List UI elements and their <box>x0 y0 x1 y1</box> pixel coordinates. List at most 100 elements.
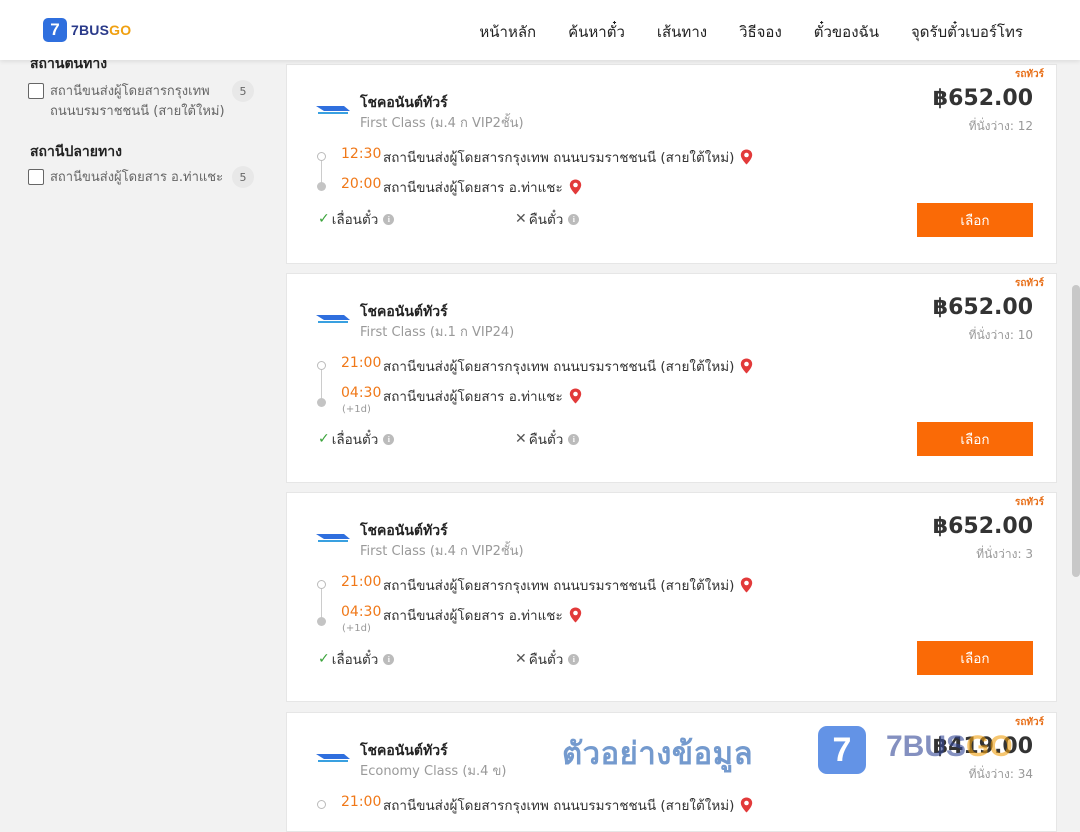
check-icon: ✓ <box>318 211 330 227</box>
operator-name: โชคอนันต์ทัวร์ <box>360 743 448 759</box>
info-icon[interactable]: i <box>568 653 580 665</box>
watermark-logo-badge: 7 <box>818 726 866 774</box>
destination-count: 5 <box>232 166 254 188</box>
info-icon[interactable]: i <box>383 433 395 445</box>
map-pin-icon[interactable] <box>740 797 753 813</box>
nav-how-to-book[interactable]: วิธีจอง <box>739 20 782 44</box>
next-day-label: (+1d) <box>342 404 371 415</box>
map-pin-icon[interactable] <box>740 149 753 165</box>
arrival-dot <box>317 182 326 191</box>
scrollbar-thumb[interactable] <box>1072 285 1080 577</box>
next-day-label: (+1d) <box>342 623 371 634</box>
nav-search-ticket[interactable]: ค้นหาตั๋ว <box>568 20 625 44</box>
arrival-station[interactable]: สถานีขนส่งผู้โดยสาร อ.ท่าแชะ <box>383 385 582 407</box>
operator-logo-icon <box>316 534 350 542</box>
vehicle-tag: รถทัวร์ <box>1014 69 1044 80</box>
departure-station[interactable]: สถานีขนส่งผู้โดยสารกรุงเทพ ถนนบรมราชชนนี… <box>383 574 753 596</box>
info-icon[interactable]: i <box>383 213 395 225</box>
top-header: 7 7BUSGO หน้าหลัก ค้นหาตั๋ว เส้นทาง วิธี… <box>0 0 1080 60</box>
trip-card: รถทัวร์ โชคอนันต์ทัวร์ First Class (ม.4 … <box>286 492 1057 702</box>
logo-badge: 7 <box>43 18 67 42</box>
ticket-price: ฿652.00 <box>932 514 1033 539</box>
operator-logo-icon <box>316 315 350 323</box>
destination-filter-item[interactable]: สถานีขนส่งผู้โดยสาร อ.ท่าแชะ 5 <box>28 166 254 188</box>
departure-dot <box>317 580 326 589</box>
ticket-price: ฿652.00 <box>932 295 1033 320</box>
departure-dot <box>317 361 326 370</box>
map-pin-icon[interactable] <box>740 358 753 374</box>
refund-feature: ✕ คืนตั๋ว i <box>515 648 580 670</box>
map-pin-icon[interactable] <box>569 607 582 623</box>
check-icon: ✓ <box>318 431 330 447</box>
map-pin-icon[interactable] <box>569 388 582 404</box>
destination-checkbox[interactable] <box>28 169 44 185</box>
origin-checkbox[interactable] <box>28 83 44 99</box>
departure-time: 21:00 <box>341 574 382 590</box>
main-nav: หน้าหลัก ค้นหาตั๋ว เส้นทาง วิธีจอง ตั๋วข… <box>479 20 1023 44</box>
seats-available: ที่นั่งว่าง: 10 <box>968 328 1033 342</box>
departure-station[interactable]: สถานีขนส่งผู้โดยสารกรุงเทพ ถนนบรมราชชนนี… <box>383 146 753 168</box>
arrival-time: 20:00 <box>341 176 382 192</box>
bus-class: First Class (ม.1 ก VIP24) <box>360 325 515 340</box>
destination-heading: สถานีปลายทาง <box>30 144 122 160</box>
arrival-station[interactable]: สถานีขนส่งผู้โดยสาร อ.ท่าแชะ <box>383 176 582 198</box>
site-logo[interactable]: 7 7BUSGO <box>43 18 131 42</box>
departure-dot <box>317 152 326 161</box>
departure-time: 12:30 <box>341 146 382 162</box>
ticket-price: ฿652.00 <box>932 86 1033 111</box>
vehicle-tag: รถทัวร์ <box>1014 278 1044 289</box>
filter-sidebar: สถานีต้นทาง สถานีขนส่งผู้โดยสารกรุงเทพ ถ… <box>0 56 285 800</box>
trip-card: รถทัวร์ โชคอนันต์ทัวร์ First Class (ม.1 … <box>286 273 1057 483</box>
operator-logo-icon <box>316 106 350 114</box>
operator-name: โชคอนันต์ทัวร์ <box>360 95 448 111</box>
logo-text: 7BUSGO <box>71 22 132 38</box>
operator-logo-icon <box>316 754 350 762</box>
operator-name: โชคอนันต์ทัวร์ <box>360 523 448 539</box>
arrival-time: 04:30 <box>341 385 382 401</box>
map-pin-icon[interactable] <box>740 577 753 593</box>
departure-station[interactable]: สถานีขนส่งผู้โดยสารกรุงเทพ ถนนบรมราชชนนี… <box>383 794 753 816</box>
vehicle-tag: รถทัวร์ <box>1014 717 1044 728</box>
timeline-line <box>321 588 322 620</box>
seats-available: ที่นั่งว่าง: 12 <box>968 119 1033 133</box>
map-pin-icon[interactable] <box>569 179 582 195</box>
seats-available: ที่นั่งว่าง: 34 <box>968 767 1033 781</box>
select-button[interactable]: เลือก <box>917 641 1033 675</box>
reschedule-feature: ✓ เลื่อนตั๋ว i <box>318 648 395 670</box>
info-icon[interactable]: i <box>568 213 580 225</box>
arrival-time: 04:30 <box>341 604 382 620</box>
reschedule-feature: ✓ เลื่อนตั๋ว i <box>318 208 395 230</box>
vehicle-tag: รถทัวร์ <box>1014 497 1044 508</box>
cross-icon: ✕ <box>515 211 527 227</box>
arrival-dot <box>317 617 326 626</box>
arrival-dot <box>317 398 326 407</box>
watermark-brand: 7BUSGO <box>886 730 1013 763</box>
info-icon[interactable]: i <box>383 653 395 665</box>
seats-available: ที่นั่งว่าง: 3 <box>976 547 1033 561</box>
departure-dot <box>317 800 326 809</box>
nav-ticket-pickup[interactable]: จุดรับตั๋วเบอร์โทร <box>911 20 1023 44</box>
origin-filter-item[interactable]: สถานีขนส่งผู้โดยสารกรุงเทพ ถนนบรมราชชนนี… <box>28 80 254 122</box>
bus-class: Economy Class (ม.4 ข) <box>360 764 507 779</box>
nav-my-tickets[interactable]: ตั๋วของฉัน <box>814 20 879 44</box>
operator-name: โชคอนันต์ทัวร์ <box>360 304 448 320</box>
select-button[interactable]: เลือก <box>917 203 1033 237</box>
nav-home[interactable]: หน้าหลัก <box>479 20 536 44</box>
destination-label: สถานีขนส่งผู้โดยสาร อ.ท่าแชะ <box>50 170 224 185</box>
refund-feature: ✕ คืนตั๋ว i <box>515 428 580 450</box>
check-icon: ✓ <box>318 651 330 667</box>
bus-class: First Class (ม.4 ก VIP2ชั้น) <box>360 116 524 131</box>
trip-card: รถทัวร์ โชคอนันต์ทัวร์ First Class (ม.4 … <box>286 64 1057 264</box>
arrival-station[interactable]: สถานีขนส่งผู้โดยสาร อ.ท่าแชะ <box>383 604 582 626</box>
departure-station[interactable]: สถานีขนส่งผู้โดยสารกรุงเทพ ถนนบรมราชชนนี… <box>383 355 753 377</box>
info-icon[interactable]: i <box>568 433 580 445</box>
reschedule-feature: ✓ เลื่อนตั๋ว i <box>318 428 395 450</box>
select-button[interactable]: เลือก <box>917 422 1033 456</box>
nav-routes[interactable]: เส้นทาง <box>657 20 707 44</box>
refund-feature: ✕ คืนตั๋ว i <box>515 208 580 230</box>
origin-label: สถานีขนส่งผู้โดยสารกรุงเทพ ถนนบรมราชชนนี… <box>50 84 225 119</box>
bus-class: First Class (ม.4 ก VIP2ชั้น) <box>360 544 524 559</box>
departure-time: 21:00 <box>341 355 382 371</box>
watermark-text: ตัวอย่างข้อมูล <box>562 736 754 772</box>
origin-count: 5 <box>232 80 254 102</box>
